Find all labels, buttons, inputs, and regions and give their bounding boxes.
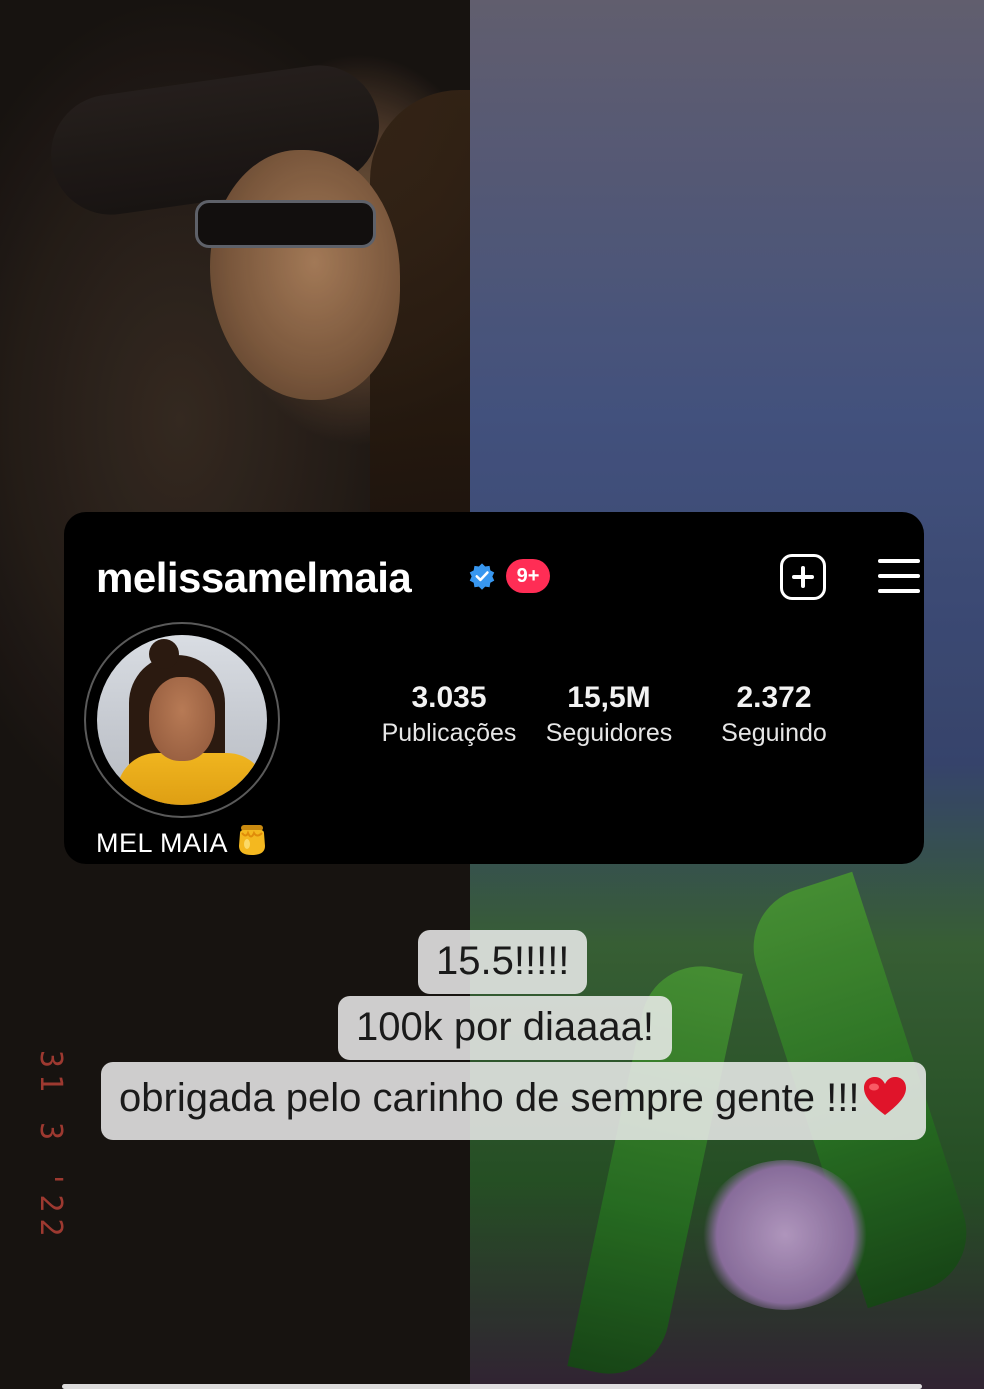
story-caption-line-3: obrigada pelo carinho de sempre gente !!… <box>101 1062 926 1140</box>
notification-badge[interactable]: 9+ <box>506 559 550 593</box>
hamburger-menu-icon[interactable] <box>878 559 920 593</box>
stat-label: Publicações <box>381 719 517 747</box>
verified-badge-icon <box>469 563 495 590</box>
profile-display-name: MEL MAIA <box>96 822 268 859</box>
profile-avatar-ring[interactable] <box>84 622 280 818</box>
stat-seguindo[interactable]: 2.372 Seguindo <box>699 680 849 750</box>
avatar[interactable] <box>97 635 267 805</box>
stat-seguidores[interactable]: 15,5M Seguidores <box>534 680 684 750</box>
avatar-hair-bun <box>149 639 179 669</box>
story-caption-line-1: 15.5!!!!! <box>418 930 588 994</box>
avatar-face <box>149 677 215 761</box>
stat-value: 2.372 <box>736 681 812 714</box>
caption-text: obrigada pelo carinho de sempre gente !!… <box>119 1076 860 1120</box>
stat-value: 15,5M <box>567 681 651 714</box>
story-progress-bar <box>62 1384 922 1389</box>
stat-value: 3.035 <box>411 681 487 714</box>
stat-label: Seguidores <box>545 719 673 747</box>
instagram-profile-card: melissamelmaia 9+ MEL MAIA 3.035 Publica… <box>64 512 924 864</box>
avatar-sweater <box>117 753 267 805</box>
caption-text: 15.5!!!!! <box>436 939 570 983</box>
stat-label: Seguindo <box>721 719 827 747</box>
display-name-text: MEL MAIA <box>96 828 229 858</box>
create-post-icon[interactable] <box>780 554 826 600</box>
profile-stats: 3.035 Publicações 15,5M Seguidores 2.372… <box>374 680 844 760</box>
caption-text: 100k por diaaaa! <box>356 1005 655 1049</box>
red-heart-icon <box>863 1077 906 1115</box>
story-caption-line-2: 100k por diaaaa! <box>338 996 673 1060</box>
profile-username[interactable]: melissamelmaia <box>96 554 412 602</box>
stat-publicacoes[interactable]: 3.035 Publicações <box>374 680 524 750</box>
profile-header: melissamelmaia 9+ <box>96 546 920 602</box>
honey-pot-icon <box>239 825 266 855</box>
